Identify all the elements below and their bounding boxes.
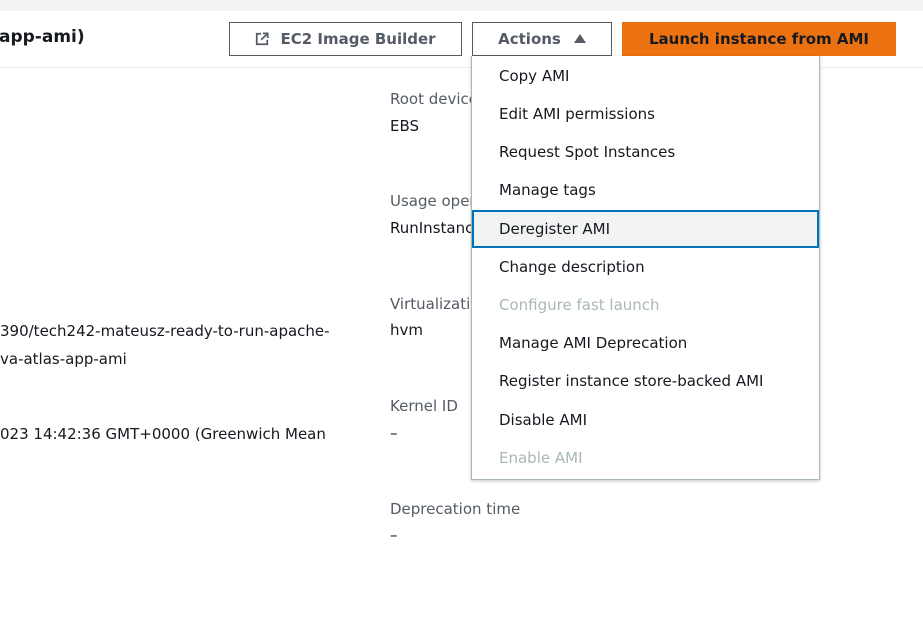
- top-strip: [0, 0, 923, 11]
- menu-item-label: Configure fast launch: [499, 296, 660, 314]
- menu-item-label: Edit AMI permissions: [499, 105, 655, 123]
- menu-item-manage-ami-deprecation[interactable]: Manage AMI Deprecation: [472, 324, 819, 362]
- deprecation-time-label: Deprecation time: [390, 500, 521, 518]
- page-title: app-ami): [0, 27, 85, 47]
- creation-date-value: 023 14:42:36 GMT+0000 (Greenwich Mean: [0, 425, 326, 443]
- menu-item-configure-fast-launch: Configure fast launch: [472, 286, 819, 324]
- actions-button[interactable]: Actions: [472, 22, 612, 56]
- launch-instance-button[interactable]: Launch instance from AMI: [622, 22, 896, 56]
- menu-item-label: Manage tags: [499, 181, 596, 199]
- menu-item-register-instance-store-backed-ami[interactable]: Register instance store-backed AMI: [472, 362, 819, 400]
- menu-item-label: Disable AMI: [499, 411, 588, 429]
- caret-up-icon: [573, 33, 586, 43]
- ami-details-page: app-ami) EC2 Image Builder Actions Launc…: [0, 0, 923, 619]
- virtualization-value: hvm: [390, 321, 423, 339]
- menu-item-enable-ami: Enable AMI: [472, 439, 819, 477]
- menu-item-copy-ami[interactable]: Copy AMI: [472, 57, 819, 95]
- menu-item-deregister-ami[interactable]: Deregister AMI: [472, 210, 819, 248]
- menu-item-edit-ami-permissions[interactable]: Edit AMI permissions: [472, 95, 819, 133]
- launch-instance-label: Launch instance from AMI: [648, 30, 870, 48]
- actions-dropdown-menu: Copy AMI Edit AMI permissions Request Sp…: [471, 56, 820, 480]
- menu-item-request-spot-instances[interactable]: Request Spot Instances: [472, 133, 819, 171]
- ec2-image-builder-button[interactable]: EC2 Image Builder: [229, 22, 462, 56]
- kernel-id-value: –: [390, 424, 398, 442]
- menu-item-label: Enable AMI: [499, 449, 583, 467]
- menu-item-label: Register instance store-backed AMI: [499, 372, 764, 390]
- menu-item-manage-tags[interactable]: Manage tags: [472, 171, 819, 209]
- menu-item-label: Copy AMI: [499, 67, 570, 85]
- ec2-image-builder-label: EC2 Image Builder: [280, 30, 436, 48]
- menu-item-label: Change description: [499, 258, 645, 276]
- ami-location-line-2: va-atlas-app-ami: [0, 350, 127, 368]
- menu-item-label: Request Spot Instances: [499, 143, 676, 161]
- external-link-icon: [256, 32, 270, 46]
- actions-label: Actions: [498, 30, 561, 48]
- menu-item-disable-ami[interactable]: Disable AMI: [472, 401, 819, 439]
- deprecation-time-value: –: [390, 526, 398, 544]
- kernel-id-label: Kernel ID: [390, 397, 458, 415]
- ami-location-line-1: 390/tech242-mateusz-ready-to-run-apache-: [0, 322, 330, 340]
- menu-item-change-description[interactable]: Change description: [472, 248, 819, 286]
- root-device-value: EBS: [390, 117, 420, 135]
- menu-item-label: Deregister AMI: [499, 220, 611, 238]
- menu-item-label: Manage AMI Deprecation: [499, 334, 688, 352]
